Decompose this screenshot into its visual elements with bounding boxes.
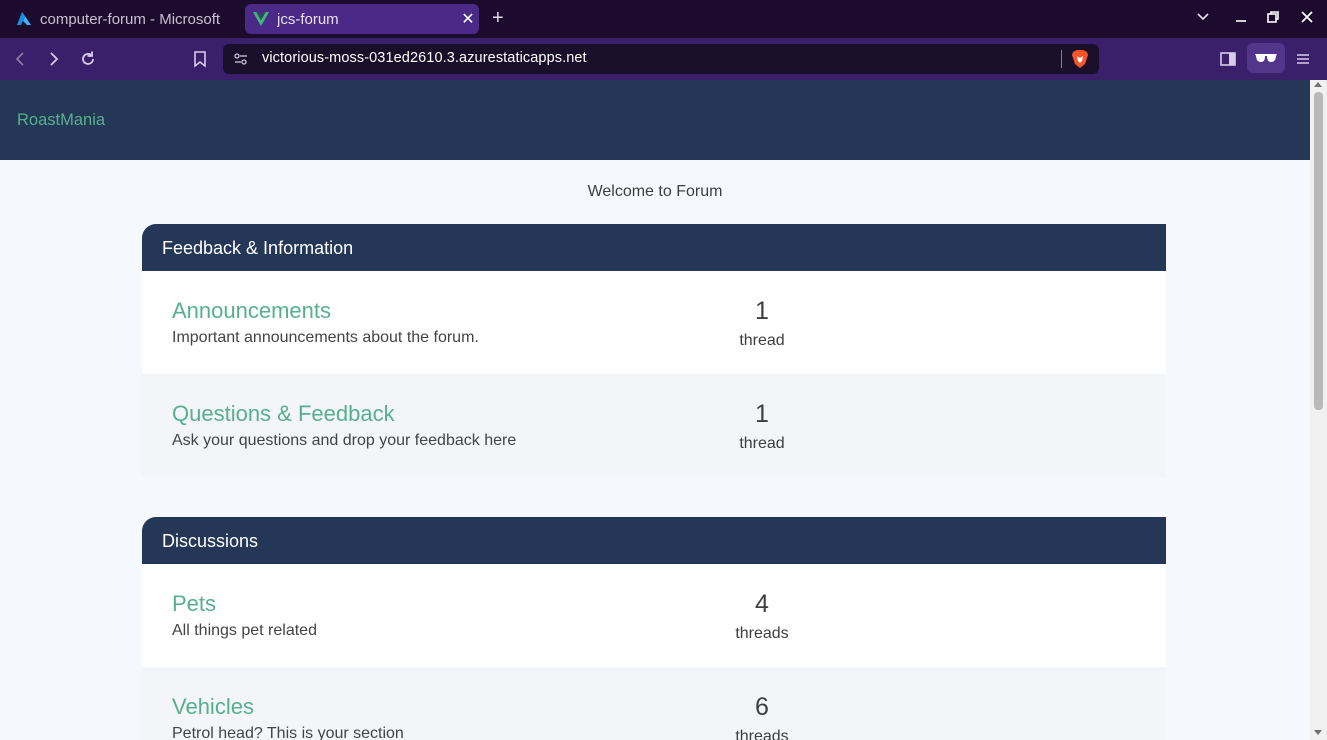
page-scrollbar[interactable] xyxy=(1310,80,1327,740)
url-divider xyxy=(1061,50,1062,68)
forum-row: Pets All things pet related 4 threads xyxy=(142,564,1166,667)
category-title: Feedback & Information xyxy=(142,224,1166,271)
scroll-down-arrow-icon[interactable] xyxy=(1314,730,1322,735)
forum-link-announcements[interactable]: Announcements xyxy=(172,298,331,324)
category-feedback-information: Feedback & Information Announcements Imp… xyxy=(142,224,1166,477)
scroll-up-arrow-icon[interactable] xyxy=(1314,82,1322,87)
browser-tab-bar: computer-forum - Microsoft jcs-forum ✕ + xyxy=(0,0,1327,38)
browser-toolbar: victorious-moss-031ed2610.3.azurestatica… xyxy=(0,38,1327,80)
forum-description: Important announcements about the forum. xyxy=(172,329,479,346)
category-spacer xyxy=(0,477,1310,517)
sidebar-toggle-icon[interactable] xyxy=(1217,48,1239,70)
forum-row: Announcements Important announcements ab… xyxy=(142,271,1166,374)
brave-shields-icon[interactable] xyxy=(1071,49,1089,69)
minimize-icon[interactable] xyxy=(1234,10,1248,29)
close-window-icon[interactable] xyxy=(1300,10,1314,29)
tab-title: computer-forum - Microsoft xyxy=(40,10,221,28)
thread-count: 1 xyxy=(755,400,769,428)
category-discussions: Discussions Pets All things pet related … xyxy=(142,517,1166,740)
thread-count-label: thread xyxy=(739,332,785,349)
forum-row: Vehicles Petrol head? This is your secti… xyxy=(142,667,1166,740)
azure-icon xyxy=(16,11,32,27)
tab-list-chevron-icon[interactable] xyxy=(1196,10,1210,29)
thread-count-label: threads xyxy=(735,625,789,642)
back-icon[interactable] xyxy=(10,48,32,70)
new-tab-button[interactable]: + xyxy=(492,8,504,28)
forum-link-vehicles[interactable]: Vehicles xyxy=(172,694,254,720)
thread-count: 4 xyxy=(755,590,769,618)
forum-description: All things pet related xyxy=(172,622,317,639)
thread-count: 6 xyxy=(755,693,769,721)
forum-description: Petrol head? This is your section xyxy=(172,725,404,740)
forum-link-pets[interactable]: Pets xyxy=(172,591,216,617)
thread-count-label: threads xyxy=(735,728,789,740)
forum-description: Ask your questions and drop your feedbac… xyxy=(172,432,517,449)
forum-row: Questions & Feedback Ask your questions … xyxy=(142,374,1166,477)
scrollbar-thumb[interactable] xyxy=(1314,92,1323,410)
forum-link-questions-feedback[interactable]: Questions & Feedback xyxy=(172,401,395,427)
url-text[interactable]: victorious-moss-031ed2610.3.azurestatica… xyxy=(262,50,587,66)
welcome-heading: Welcome to Forum xyxy=(587,183,723,200)
tab-jcs-forum[interactable]: jcs-forum ✕ xyxy=(245,4,479,34)
close-tab-icon[interactable]: ✕ xyxy=(457,9,479,29)
restore-icon[interactable] xyxy=(1266,10,1280,29)
address-bar[interactable]: victorious-moss-031ed2610.3.azurestatica… xyxy=(223,44,1099,74)
reload-icon[interactable] xyxy=(77,48,99,70)
tab-title: jcs-forum xyxy=(277,10,339,28)
forward-icon[interactable] xyxy=(43,48,65,70)
brand-link[interactable]: RoastMania xyxy=(17,111,105,130)
category-title: Discussions xyxy=(142,517,1166,564)
private-glasses-icon[interactable] xyxy=(1247,43,1285,73)
vue-icon xyxy=(253,11,269,27)
site-settings-icon[interactable] xyxy=(233,51,249,70)
page-viewport: RoastMania Welcome to Forum Feedback & I… xyxy=(0,80,1310,740)
bookmark-icon[interactable] xyxy=(189,48,211,70)
thread-count-label: thread xyxy=(739,435,785,452)
tab-computer-forum[interactable]: computer-forum - Microsoft xyxy=(8,4,236,34)
thread-count: 1 xyxy=(755,297,769,325)
site-header: RoastMania xyxy=(0,80,1310,160)
menu-icon[interactable] xyxy=(1292,48,1314,70)
